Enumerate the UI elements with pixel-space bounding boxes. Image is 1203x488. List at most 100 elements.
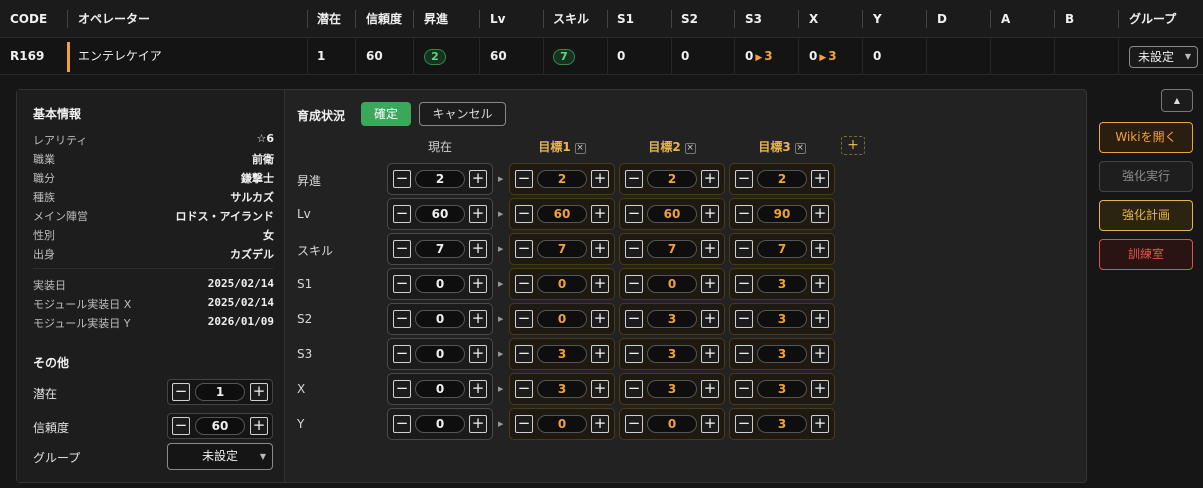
target1-decrement-button[interactable]: − [515,170,533,188]
target3-decrement-button[interactable]: − [735,380,753,398]
target1-decrement-button[interactable]: − [515,310,533,328]
target2-decrement-button[interactable]: − [625,240,643,258]
target1-increment-button[interactable]: + [591,310,609,328]
current-decrement-button[interactable]: − [393,240,411,258]
target2-decrement-button[interactable]: − [625,415,643,433]
col-d[interactable]: D [937,0,947,38]
target1-increment-button[interactable]: + [591,380,609,398]
target3-value-input[interactable]: 3 [757,415,807,433]
target1-increment-button[interactable]: + [591,345,609,363]
target3-value-input[interactable]: 3 [757,345,807,363]
target3-value-input[interactable]: 90 [757,205,807,223]
col-s2[interactable]: S2 [681,0,698,38]
target3-increment-button[interactable]: + [811,275,829,293]
target2-decrement-button[interactable]: − [625,345,643,363]
target2-increment-button[interactable]: + [701,240,719,258]
target2-increment-button[interactable]: + [701,415,719,433]
target3-value-input[interactable]: 3 [757,380,807,398]
col-group[interactable]: グループ [1129,0,1176,38]
target3-value-input[interactable]: 2 [757,170,807,188]
target2-value-input[interactable]: 3 [647,345,697,363]
target2-decrement-button[interactable]: − [625,310,643,328]
target3-decrement-button[interactable]: − [735,415,753,433]
target3-decrement-button[interactable]: − [735,170,753,188]
target3-value-input[interactable]: 7 [757,240,807,258]
group-select[interactable]: 未設定 ▼ [167,443,273,470]
target1-decrement-button[interactable]: − [515,380,533,398]
enhance-plan-button[interactable]: 強化計画 [1099,200,1193,231]
current-value-input[interactable]: 2 [415,170,465,188]
current-decrement-button[interactable]: − [393,415,411,433]
target3-increment-button[interactable]: + [811,345,829,363]
current-increment-button[interactable]: + [469,240,487,258]
current-value-input[interactable]: 0 [415,275,465,293]
trust-decrement-button[interactable]: − [172,417,190,435]
cancel-button[interactable]: キャンセル [419,102,506,126]
add-target-button[interactable]: + [841,136,865,155]
target1-value-input[interactable]: 7 [537,240,587,258]
col-y[interactable]: Y [873,0,882,38]
col-b[interactable]: B [1065,0,1074,38]
current-increment-button[interactable]: + [469,310,487,328]
open-wiki-button[interactable]: Wikiを開く [1099,122,1193,153]
target2-value-input[interactable]: 3 [647,310,697,328]
col-operator[interactable]: オペレーター [78,0,150,38]
col-skill[interactable]: スキル [553,0,589,38]
target1-decrement-button[interactable]: − [515,205,533,223]
current-value-input[interactable]: 0 [415,310,465,328]
current-decrement-button[interactable]: − [393,170,411,188]
target1-decrement-button[interactable]: − [515,415,533,433]
target1-value-input[interactable]: 3 [537,380,587,398]
training-room-button[interactable]: 訓練室 [1099,239,1193,270]
current-value-input[interactable]: 60 [415,205,465,223]
current-increment-button[interactable]: + [469,345,487,363]
target1-value-input[interactable]: 0 [537,310,587,328]
target2-increment-button[interactable]: + [701,345,719,363]
potential-decrement-button[interactable]: − [172,383,190,401]
target1-value-input[interactable]: 0 [537,275,587,293]
col-potential[interactable]: 潜在 [317,0,341,38]
target2-increment-button[interactable]: + [701,205,719,223]
target3-value-input[interactable]: 3 [757,275,807,293]
target3-increment-button[interactable]: + [811,170,829,188]
target3-decrement-button[interactable]: − [735,205,753,223]
target3-increment-button[interactable]: + [811,415,829,433]
col-s1[interactable]: S1 [617,0,634,38]
current-decrement-button[interactable]: − [393,380,411,398]
target2-decrement-button[interactable]: − [625,170,643,188]
col-level[interactable]: Lv [490,0,505,38]
target3-decrement-button[interactable]: − [735,310,753,328]
target3-increment-button[interactable]: + [811,240,829,258]
target3-decrement-button[interactable]: − [735,345,753,363]
potential-increment-button[interactable]: + [250,383,268,401]
target1-increment-button[interactable]: + [591,170,609,188]
current-increment-button[interactable]: + [469,170,487,188]
target2-increment-button[interactable]: + [701,170,719,188]
target1-value-input[interactable]: 3 [537,345,587,363]
target2-increment-button[interactable]: + [701,310,719,328]
target1-increment-button[interactable]: + [591,415,609,433]
col-a[interactable]: A [1001,0,1010,38]
target3-decrement-button[interactable]: − [735,275,753,293]
current-decrement-button[interactable]: − [393,345,411,363]
target3-increment-button[interactable]: + [811,205,829,223]
target2-value-input[interactable]: 0 [647,415,697,433]
current-increment-button[interactable]: + [469,275,487,293]
target3-decrement-button[interactable]: − [735,240,753,258]
current-increment-button[interactable]: + [469,205,487,223]
target2-decrement-button[interactable]: − [625,205,643,223]
target1-decrement-button[interactable]: − [515,240,533,258]
target2-value-input[interactable]: 0 [647,275,697,293]
target1-increment-button[interactable]: + [591,240,609,258]
target1-increment-button[interactable]: + [591,275,609,293]
target3-increment-button[interactable]: + [811,310,829,328]
target1-value-input[interactable]: 0 [537,415,587,433]
target2-decrement-button[interactable]: − [625,275,643,293]
target2-decrement-button[interactable]: − [625,380,643,398]
current-value-input[interactable]: 7 [415,240,465,258]
current-value-input[interactable]: 0 [415,415,465,433]
col-elite[interactable]: 昇進 [424,0,448,38]
collapse-up-icon[interactable]: ▲ [1161,89,1193,112]
target1-decrement-button[interactable]: − [515,345,533,363]
remove-target-icon[interactable]: × [794,143,806,154]
